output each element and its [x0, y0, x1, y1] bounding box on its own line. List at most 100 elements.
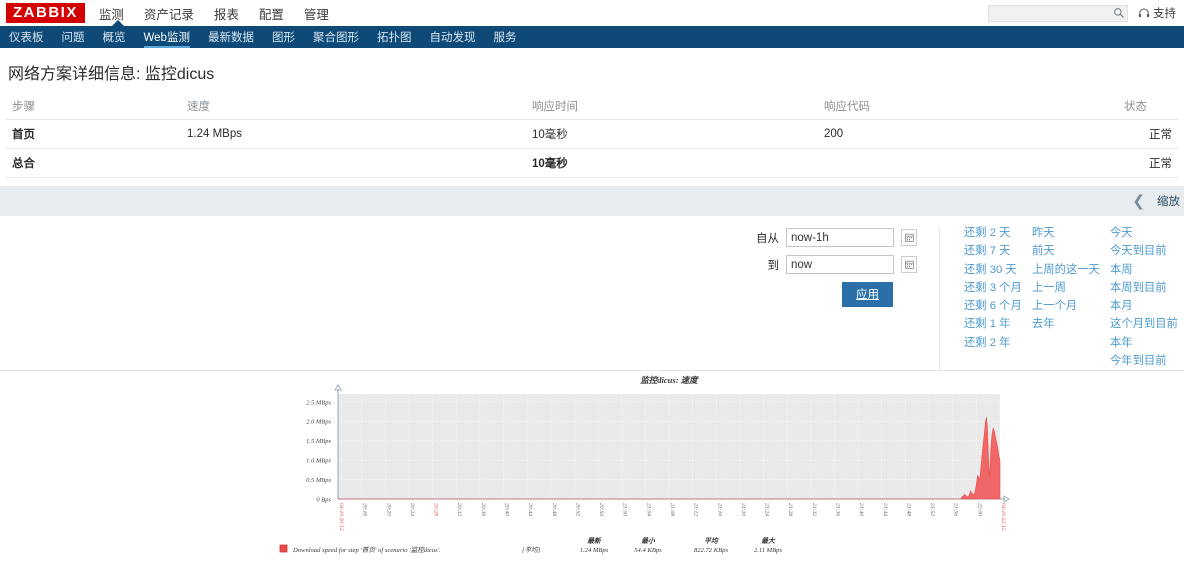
- chart-y-tick-label: 1.5 MBps: [306, 438, 331, 445]
- quick-range-this-month[interactable]: 本月: [1110, 300, 1184, 312]
- quick-range-last-30-days[interactable]: 还剩 30 天: [964, 264, 1032, 276]
- column-header-status[interactable]: 状态: [1118, 94, 1178, 120]
- chart-x-tick-label: 04-16 22:12: [1000, 503, 1006, 531]
- web-scenario-details-table-wrap: 步骤 速度 响应时间 响应代码 状态 首页 1.24 MBps 10毫秒 200…: [0, 94, 1184, 178]
- quick-range-last-3-months[interactable]: 还剩 3 个月: [964, 282, 1032, 294]
- chart-x-tick-label: 20:20: [385, 503, 391, 516]
- top-header: ZABBIX 监测 资产记录 报表 配置 管理 支持: [0, 0, 1184, 26]
- time-range-fields: 自从 到: [751, 228, 940, 370]
- filter-tab-zoom-label[interactable]: 缩放: [1157, 193, 1180, 209]
- support-link[interactable]: 支持: [1138, 5, 1176, 21]
- chart-x-tick-label: 21:36: [835, 503, 841, 516]
- nav-item-latest-data[interactable]: 最新数据: [199, 26, 263, 48]
- quick-range-day-before-yesterday[interactable]: 前天: [1032, 245, 1110, 257]
- chart-x-tick-label: 20:32: [456, 503, 462, 516]
- cell-response-code: 200: [818, 119, 1118, 149]
- column-header-step[interactable]: 步骤: [6, 94, 181, 120]
- quick-range-today[interactable]: 今天: [1110, 227, 1184, 239]
- quick-range-previous-year[interactable]: 去年: [1032, 319, 1110, 331]
- nav-item-screens[interactable]: 聚合图形: [304, 26, 368, 48]
- column-header-response-time[interactable]: 响应时间: [526, 94, 818, 120]
- to-field-row: 到: [751, 255, 917, 274]
- chart-y-tick-label: 0 Bps: [316, 497, 331, 504]
- quick-range-this-year-so-far[interactable]: 今年到目前: [1110, 355, 1184, 367]
- time-filter-panel: 自从 到: [0, 216, 1184, 371]
- quick-range-this-week[interactable]: 本周: [1110, 264, 1184, 276]
- chevron-left-icon[interactable]: ❮: [1126, 194, 1151, 209]
- nav-item-overview[interactable]: 概览: [94, 26, 135, 48]
- global-search[interactable]: [988, 4, 1128, 22]
- column-header-speed[interactable]: 速度: [181, 94, 526, 120]
- cell-step: 首页: [6, 119, 181, 149]
- cell-response-time: 10毫秒: [526, 119, 818, 149]
- from-field-row: 自从: [751, 228, 917, 247]
- main-menu-item-configuration[interactable]: 配置: [259, 4, 284, 23]
- speed-graph[interactable]: 监控dicus: 速度 0 Bps 0.5 MBps 1.0 MBps 1.5 MBps…: [0, 371, 1184, 562]
- chart-x-tick-label: 21:44: [882, 503, 888, 516]
- nav-item-maps[interactable]: 拓扑图: [368, 26, 421, 48]
- support-label: 支持: [1153, 8, 1176, 20]
- secondary-nav: 仪表板 问题 概览 Web监测 最新数据 图形 聚合图形 拓扑图 自动发现 服务: [0, 20, 1184, 48]
- legend-stat-header-last: 最新: [587, 537, 602, 545]
- calendar-icon: [904, 233, 914, 242]
- quick-range-yesterday[interactable]: 昨天: [1032, 227, 1110, 239]
- chart-x-tick-label: 21:32: [811, 503, 817, 516]
- calendar-icon: [904, 260, 914, 269]
- chart-x-tick-label: 21:28: [787, 503, 793, 516]
- nav-item-discovery[interactable]: 自动发现: [420, 26, 484, 48]
- legend-stat-value-min: 54.4 KBps: [634, 547, 662, 554]
- nav-item-dashboard[interactable]: 仪表板: [0, 26, 53, 48]
- nav-item-web-monitoring[interactable]: Web监测: [135, 26, 199, 48]
- to-label: 到: [767, 259, 780, 272]
- chart-y-tick-label: 1.0 MBps: [306, 458, 331, 465]
- quick-range-this-week-so-far[interactable]: 本周到目前: [1110, 282, 1184, 294]
- chart-y-tick-label: 2.5 MBps: [306, 399, 331, 406]
- chart-x-tick-label: 21:48: [905, 503, 911, 516]
- quick-range-columns: 还剩 2 天 还剩 7 天 还剩 30 天 还剩 3 个月 还剩 6 个月 还剩…: [940, 227, 1184, 370]
- chart-x-tick-label: 21:08: [669, 503, 675, 516]
- nav-item-services[interactable]: 服务: [484, 26, 525, 48]
- quick-range-this-day-last-week[interactable]: 上周的这一天: [1032, 264, 1110, 276]
- quick-range-this-year[interactable]: 本年: [1110, 337, 1184, 349]
- quick-range-previous-month[interactable]: 上一个月: [1032, 300, 1110, 312]
- speed-graph-container[interactable]: 监控dicus: 速度 0 Bps 0.5 MBps 1.0 MBps 1.5 MBps…: [0, 371, 1184, 562]
- chart-x-tick-label: 20:52: [574, 503, 580, 516]
- quick-range-last-1-year[interactable]: 还剩 1 年: [964, 319, 1032, 331]
- quick-range-last-7-days[interactable]: 还剩 7 天: [964, 245, 1032, 257]
- quick-range-previous-week[interactable]: 上一周: [1032, 282, 1110, 294]
- cell-response-time: 10毫秒: [526, 148, 818, 178]
- apply-button[interactable]: 应用: [842, 282, 893, 307]
- quick-range-last-6-months[interactable]: 还剩 6 个月: [964, 300, 1032, 312]
- search-input[interactable]: [988, 4, 1128, 22]
- quick-range-column-current: 今天 今天到目前 本周 本周到目前 本月 这个月到目前 本年 今年到目前: [1110, 227, 1184, 370]
- main-menu-item-inventory[interactable]: 资产记录: [144, 4, 194, 23]
- from-label: 自从: [756, 232, 779, 245]
- chart-x-tick-label: 20:24: [409, 503, 415, 516]
- chart-x-tick-label: 21:20: [740, 503, 746, 516]
- to-calendar-button[interactable]: [901, 256, 917, 273]
- quick-range-last-2-years[interactable]: 还剩 2 年: [964, 337, 1032, 349]
- web-scenario-details-table: 步骤 速度 响应时间 响应代码 状态 首页 1.24 MBps 10毫秒 200…: [6, 94, 1178, 178]
- quick-range-today-so-far[interactable]: 今天到目前: [1110, 245, 1184, 257]
- header-right-tools: 支持: [988, 4, 1176, 22]
- from-calendar-button[interactable]: [901, 229, 917, 246]
- legend-stat-header-max: 最大: [761, 537, 776, 545]
- zabbix-logo: ZABBIX: [6, 3, 85, 23]
- nav-item-problems[interactable]: 问题: [53, 26, 94, 48]
- cell-speed: 1.24 MBps: [181, 119, 526, 149]
- chart-x-tick-label: 21:00: [622, 503, 628, 516]
- quick-range-column-previous: 昨天 前天 上周的这一天 上一周 上一个月 去年: [1032, 227, 1110, 370]
- chart-x-tick-label: 22:00: [976, 503, 982, 516]
- main-menu-item-administration[interactable]: 管理: [304, 4, 329, 23]
- column-header-response-code[interactable]: 响应代码: [818, 94, 1118, 120]
- from-input[interactable]: [786, 228, 894, 247]
- nav-item-graphs[interactable]: 图形: [263, 26, 304, 48]
- quick-range-this-month-so-far[interactable]: 这个月到目前: [1110, 319, 1184, 331]
- apply-row: 应用: [751, 282, 917, 307]
- main-menu-item-reports[interactable]: 报表: [214, 4, 239, 23]
- chart-title: 监控dicus: 速度: [640, 375, 699, 385]
- legend-stat-value-max: 2.11 MBps: [754, 547, 783, 554]
- to-input[interactable]: [786, 255, 894, 274]
- quick-range-last-2-days[interactable]: 还剩 2 天: [964, 227, 1032, 239]
- chart-x-tick-label: 21:16: [716, 503, 722, 516]
